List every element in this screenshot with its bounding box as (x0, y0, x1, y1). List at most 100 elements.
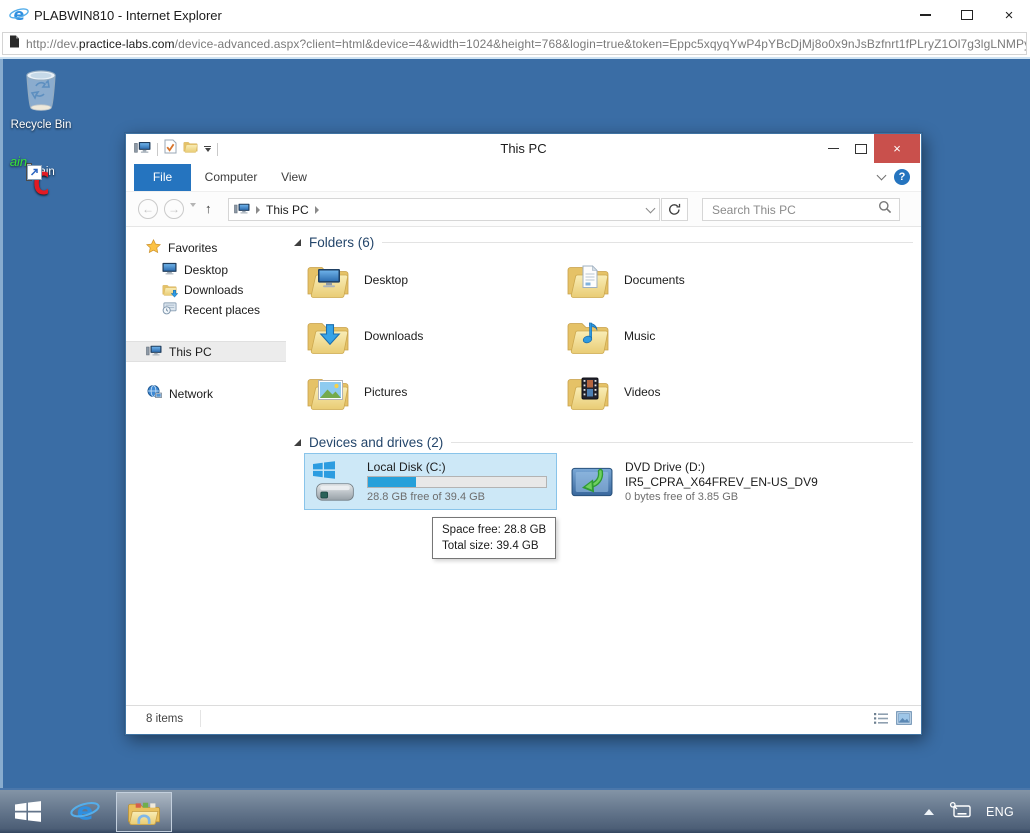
address-bar[interactable]: This PC (228, 198, 660, 221)
search-icon[interactable] (878, 200, 892, 219)
browser-minimize-button[interactable] (904, 0, 946, 30)
folder-item-desktop[interactable]: Desktop (306, 255, 558, 305)
nav-item-this-pc[interactable]: This PC (126, 341, 286, 362)
nav-item-network[interactable]: Network (126, 383, 286, 404)
window-maximize-button[interactable] (847, 134, 874, 163)
drive-tooltip: Space free: 28.8 GB Total size: 39.4 GB (432, 517, 556, 559)
dvd-drive-icon (570, 464, 614, 500)
nav-item-desktop[interactable]: Desktop (126, 259, 286, 280)
drives-group-header[interactable]: Devices and drives (2) (294, 433, 913, 451)
taskbar-ie-button[interactable] (62, 795, 108, 829)
forward-button[interactable]: → (164, 199, 184, 219)
collapse-group-icon[interactable] (294, 439, 301, 446)
item-count: 8 items (146, 713, 183, 725)
recent-locations-icon[interactable] (190, 207, 196, 225)
ie-icon (70, 797, 100, 827)
folder-item-downloads[interactable]: Downloads (306, 311, 558, 361)
page-icon (9, 35, 20, 53)
explorer-titlebar[interactable]: This PC × (126, 134, 921, 164)
screen: e PLABWIN810 - Internet Explorer × http:… (0, 0, 1030, 833)
taskbar: ENG (0, 788, 1030, 833)
show-hidden-icons-button[interactable] (924, 809, 934, 815)
breadcrumb-location[interactable]: This PC (266, 203, 309, 217)
minimize-icon (828, 148, 839, 150)
browser-window-controls: × (904, 0, 1030, 30)
browser-close-button[interactable]: × (988, 0, 1030, 30)
folder-item-videos[interactable]: Videos (566, 367, 818, 417)
nav-item-recent-places[interactable]: Recent places (126, 299, 286, 320)
music-note-emblem-icon (580, 320, 600, 345)
explorer-window: This PC × File Computer View ? ← → (125, 133, 922, 735)
drive-item-local-disk-c[interactable]: Local Disk (C:) 28.8 GB free of 39.4 GB (304, 453, 557, 510)
document-emblem-icon (581, 265, 599, 289)
drive-name: DVD Drive (D:) (625, 460, 818, 475)
window-close-button[interactable]: × (874, 134, 920, 163)
minimize-icon (920, 14, 931, 16)
desktop[interactable]: Recycle Bin C ain Cain (0, 59, 1030, 788)
nav-item-downloads[interactable]: Downloads (126, 279, 286, 300)
windows-flag-icon (313, 461, 335, 479)
navigation-pane: Favorites Desktop Downloads (126, 227, 286, 706)
cain-shortcut[interactable]: C ain Cain (2, 166, 80, 178)
tooltip-space-free: Space free: 28.8 GB (442, 522, 546, 538)
search-input[interactable] (710, 202, 878, 218)
folder-item-pictures[interactable]: Pictures (306, 367, 558, 417)
collapse-group-icon[interactable] (294, 239, 301, 246)
address-input[interactable]: http://dev.practice-labs.com/device-adva… (2, 32, 1027, 55)
drive-name: Local Disk (C:) (367, 460, 547, 474)
cain-icon: C ain (27, 164, 31, 180)
window-title: This PC (126, 141, 921, 156)
recycle-bin-shortcut[interactable]: Recycle Bin (2, 66, 80, 131)
language-indicator[interactable]: ENG (986, 805, 1014, 819)
drive-item-dvd-d[interactable]: DVD Drive (D:) IR5_CPRA_X64FREV_EN-US_DV… (570, 455, 900, 509)
start-button[interactable] (10, 797, 46, 825)
separator (200, 710, 201, 727)
input-method-icon[interactable] (949, 801, 971, 823)
details-view-button[interactable] (873, 711, 889, 730)
folder-item-music[interactable]: Music (566, 311, 818, 361)
hard-disk-icon (312, 461, 358, 503)
breadcrumb-chevron-icon[interactable] (315, 206, 319, 214)
ribbon-tabs: File Computer View ? (126, 164, 921, 191)
up-button[interactable]: ↑ (205, 201, 212, 216)
recent-places-icon (162, 301, 177, 318)
group-header-rule (451, 442, 913, 443)
disk-usage-fill (368, 477, 416, 487)
maximize-icon (961, 10, 973, 20)
address-dropdown-icon[interactable] (646, 203, 656, 213)
folders-group-header[interactable]: Folders (6) (294, 233, 913, 251)
film-emblem-icon (581, 377, 599, 400)
close-icon: × (893, 142, 901, 155)
refresh-button[interactable] (661, 198, 688, 221)
explorer-main: Favorites Desktop Downloads (126, 227, 921, 706)
browser-urlbar: http://dev.practice-labs.com/device-adva… (0, 30, 1030, 59)
network-icon (146, 385, 162, 402)
desktop-icon (162, 262, 177, 278)
large-icons-view-button[interactable] (896, 711, 912, 730)
nav-item-favorites[interactable]: Favorites (126, 237, 286, 258)
folder-item-documents[interactable]: Documents (566, 255, 818, 305)
monitor-emblem-icon (317, 268, 341, 288)
tab-file[interactable]: File (134, 164, 191, 191)
back-button[interactable]: ← (138, 199, 158, 219)
close-icon: × (1005, 8, 1014, 23)
shortcut-arrow-icon (27, 165, 42, 180)
help-button[interactable]: ? (894, 169, 910, 185)
browser-maximize-button[interactable] (946, 0, 988, 30)
file-explorer-icon (127, 799, 161, 826)
window-minimize-button[interactable] (820, 134, 847, 163)
ie-logo-icon (9, 5, 29, 30)
tooltip-total-size: Total size: 39.4 GB (442, 538, 546, 554)
volume-label: IR5_CPRA_X64FREV_EN-US_DV9 (625, 475, 818, 490)
search-box[interactable] (702, 198, 900, 221)
windows-flag-icon (15, 801, 41, 822)
expand-ribbon-icon[interactable] (877, 171, 887, 181)
taskbar-explorer-button[interactable] (116, 792, 172, 832)
recycle-bin-icon (2, 66, 80, 116)
tab-computer[interactable]: Computer (199, 164, 263, 191)
breadcrumb-chevron-icon[interactable] (256, 206, 260, 214)
recycle-bin-label: Recycle Bin (11, 119, 72, 131)
tab-view[interactable]: View (271, 164, 317, 191)
navigation-bar: ← → ↑ This PC (126, 191, 921, 227)
photo-emblem-icon (318, 380, 343, 400)
